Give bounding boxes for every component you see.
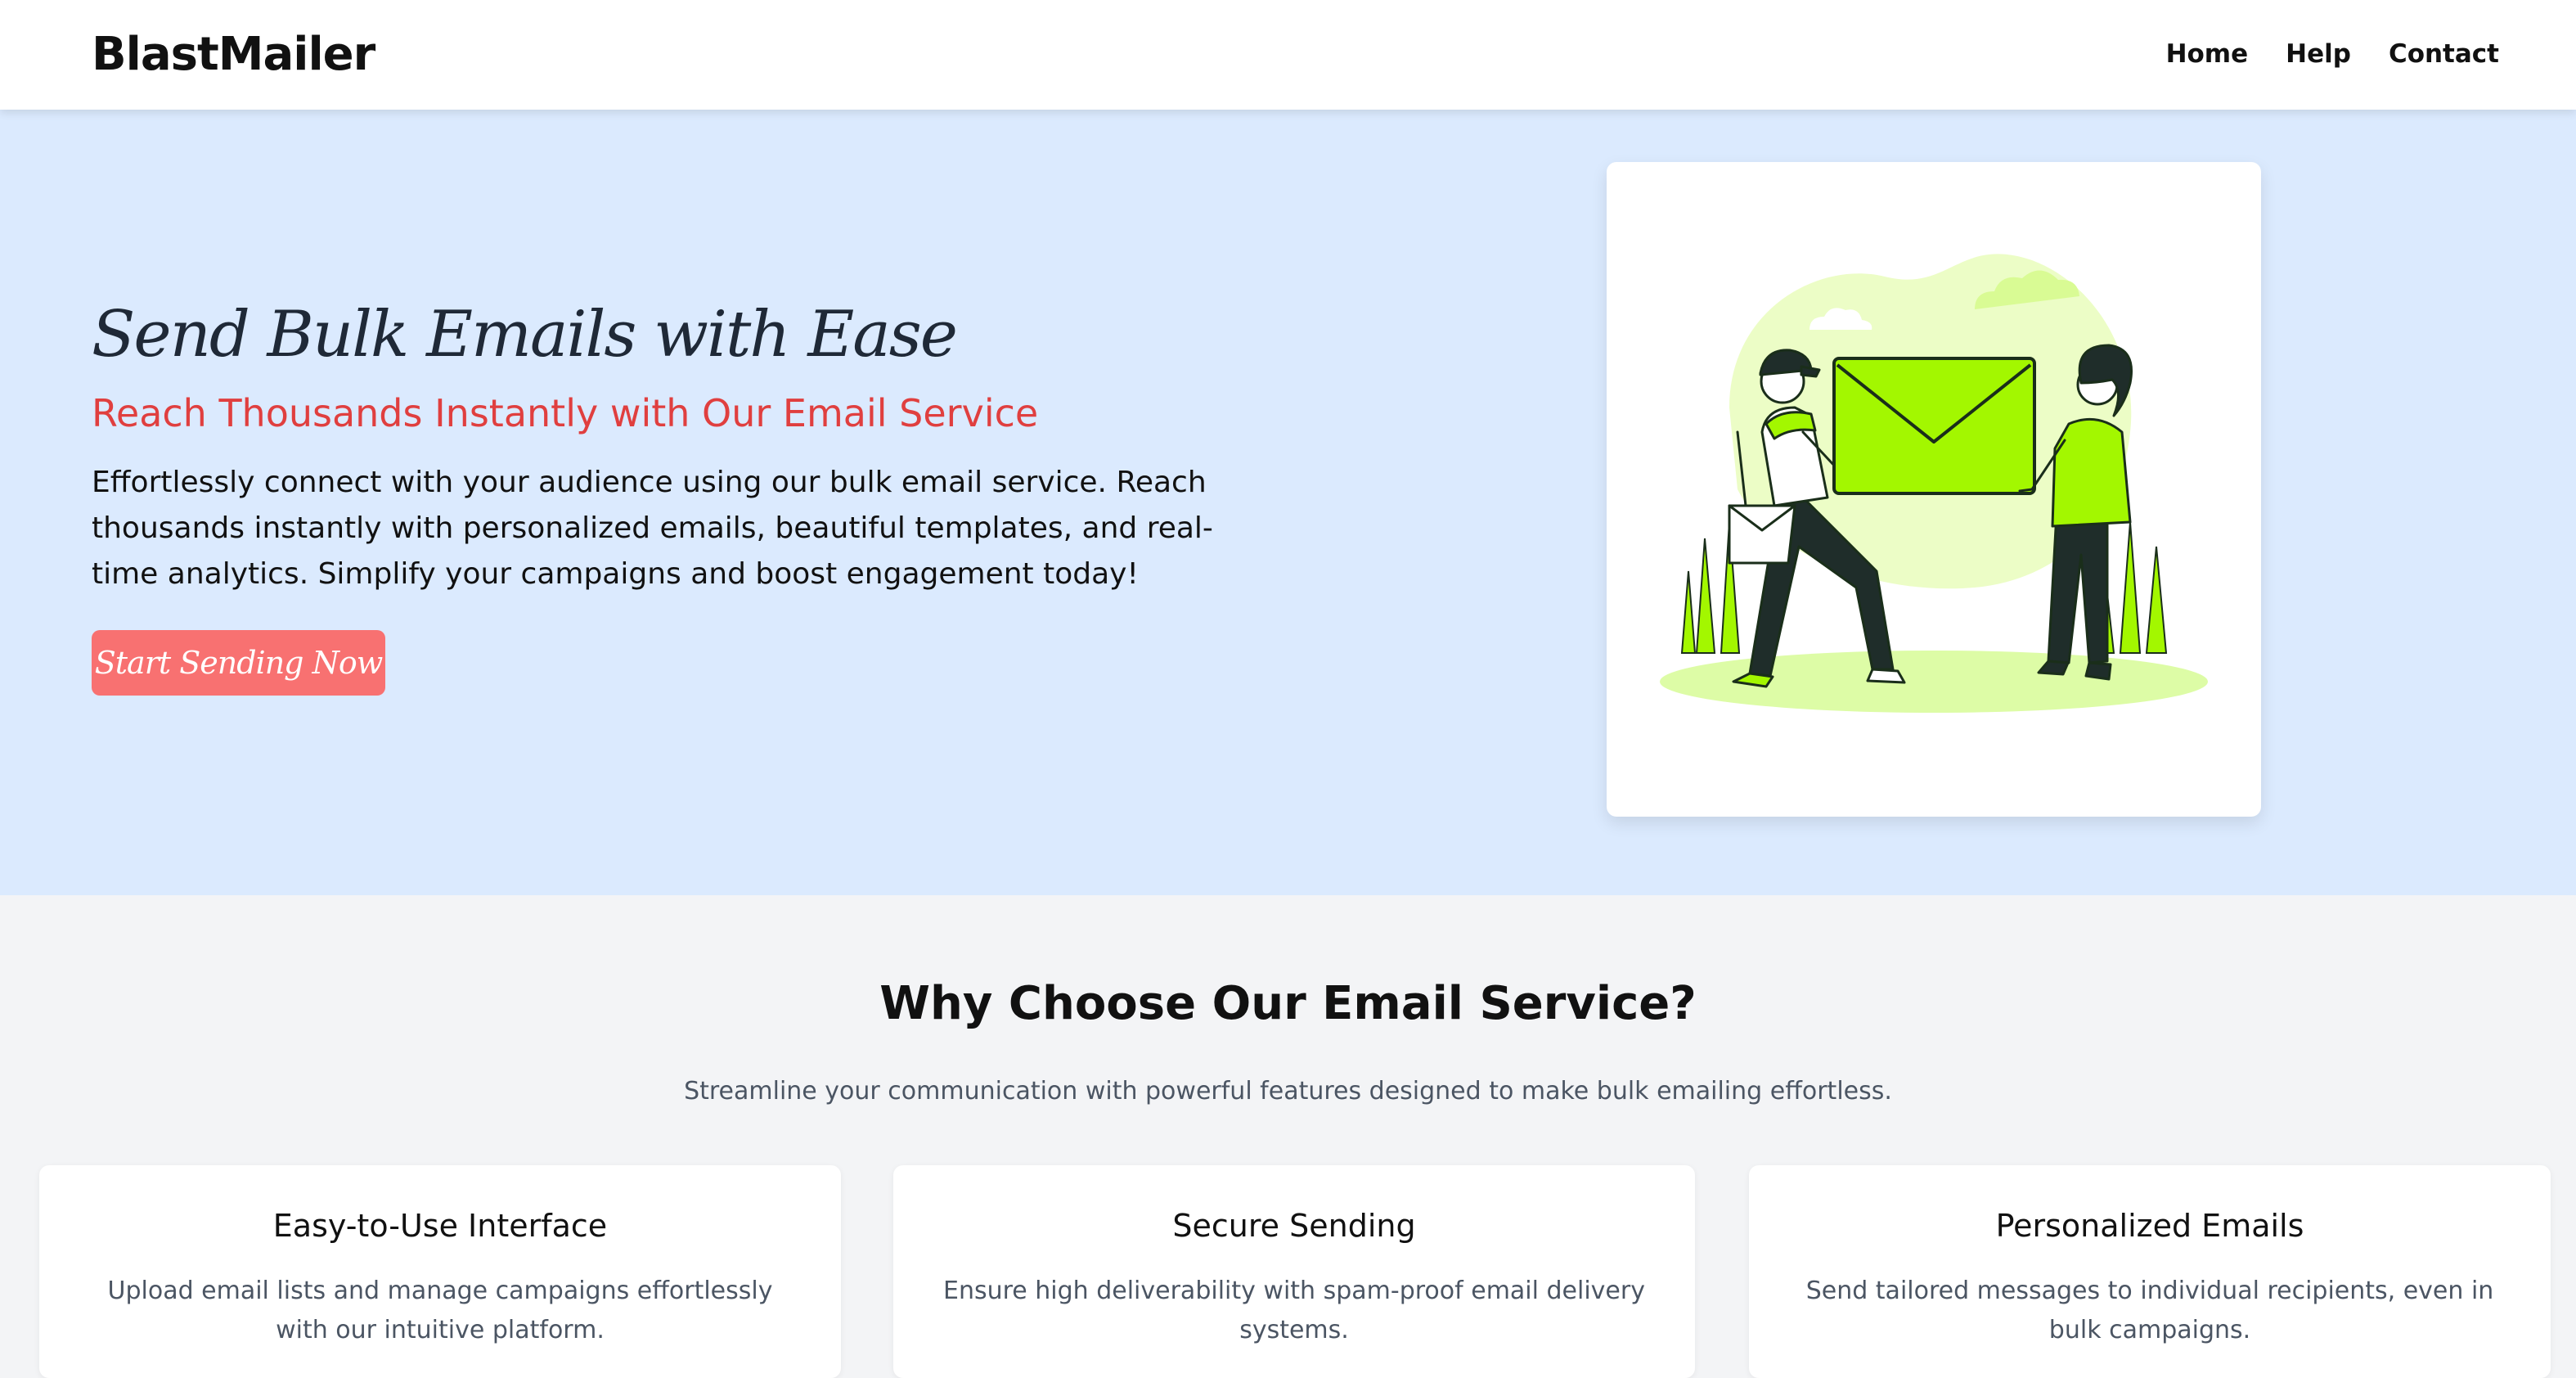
- feature-card-title: Easy-to-Use Interface: [272, 1208, 608, 1244]
- hero-subtitle: Reach Thousands Instantly with Our Email…: [92, 391, 1039, 435]
- envelope-delivery-illustration-icon: [1660, 254, 2208, 713]
- features-section: Why Choose Our Email Service? Streamline…: [0, 895, 2576, 1378]
- start-sending-button[interactable]: Start Sending Now: [92, 630, 385, 696]
- feature-card-secure: Secure Sending Ensure high deliverabilit…: [893, 1165, 1695, 1378]
- feature-card-text: Upload email lists and manage campaigns …: [107, 1277, 773, 1344]
- nav-help-link[interactable]: Help: [2286, 39, 2351, 69]
- feature-card-interface: Easy-to-Use Interface Upload email lists…: [39, 1165, 841, 1378]
- hero-section: Send Bulk Emails with Ease Reach Thousan…: [0, 110, 2576, 895]
- features-title: Why Choose Our Email Service?: [879, 977, 1697, 1030]
- feature-card-title: Secure Sending: [1172, 1208, 1416, 1244]
- site-header: BlastMailer Home Help Contact: [0, 0, 2576, 110]
- brand-logo[interactable]: BlastMailer: [92, 28, 375, 81]
- hero-title: Send Bulk Emails with Ease: [92, 298, 958, 372]
- nav-contact-link[interactable]: Contact: [2389, 39, 2499, 69]
- main-nav: Home Help Contact: [2166, 39, 2499, 69]
- features-subtitle: Streamline your communication with power…: [684, 1077, 1892, 1106]
- hero-illustration-card: [1607, 162, 2261, 817]
- hero-description: Effortlessly connect with your audience …: [92, 466, 1213, 591]
- feature-card-personalized: Personalized Emails Send tailored messag…: [1749, 1165, 2551, 1378]
- feature-card-title: Personalized Emails: [1995, 1208, 2304, 1244]
- feature-card-text: Send tailored messages to individual rec…: [1805, 1277, 2494, 1344]
- nav-home-link[interactable]: Home: [2166, 39, 2249, 69]
- feature-card-text: Ensure high deliverability with spam-pro…: [943, 1277, 1645, 1344]
